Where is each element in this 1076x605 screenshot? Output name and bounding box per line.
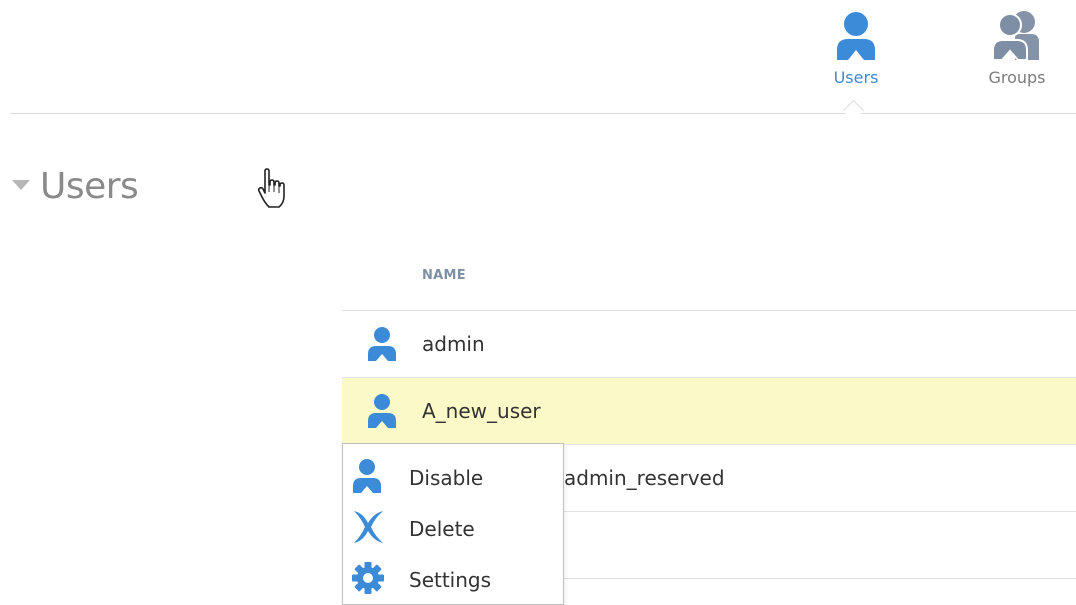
user-icon	[816, 10, 896, 62]
tab-bar-divider	[10, 113, 1076, 114]
user-icon	[351, 458, 383, 498]
menu-item-label: Disable	[409, 466, 484, 490]
row-user-name: admin_reserved	[564, 466, 725, 490]
tab-groups[interactable]: Groups	[977, 10, 1057, 87]
table-row-selected[interactable]: A_new_user	[342, 378, 1076, 445]
menu-item-label: Delete	[409, 517, 475, 541]
tab-users[interactable]: Users	[816, 10, 896, 87]
table-row[interactable]: admin	[342, 311, 1076, 378]
menu-item-label: Settings	[409, 568, 492, 592]
menu-item-disable[interactable]: Disable	[343, 450, 563, 500]
hand-cursor-icon	[256, 168, 290, 214]
caret-down-icon[interactable]	[12, 180, 30, 190]
tab-users-label: Users	[833, 68, 879, 87]
menu-item-delete[interactable]: Delete	[343, 501, 563, 551]
user-icon	[366, 326, 398, 366]
menu-item-settings[interactable]: Settings	[343, 552, 563, 602]
row-user-name: admin	[422, 332, 485, 356]
row-context-menu: Disable Delete Settings	[342, 443, 564, 605]
tab-groups-label: Groups	[988, 68, 1046, 87]
user-icon	[366, 393, 398, 433]
section-title: Users	[40, 166, 139, 207]
column-header-name[interactable]: NAME	[422, 268, 466, 283]
groups-icon	[977, 10, 1057, 62]
row-user-name: A_new_user	[422, 399, 541, 423]
table-header: NAME	[342, 246, 1076, 311]
active-tab-pointer	[842, 99, 865, 122]
gear-icon	[351, 560, 385, 600]
delete-x-icon	[351, 509, 385, 549]
